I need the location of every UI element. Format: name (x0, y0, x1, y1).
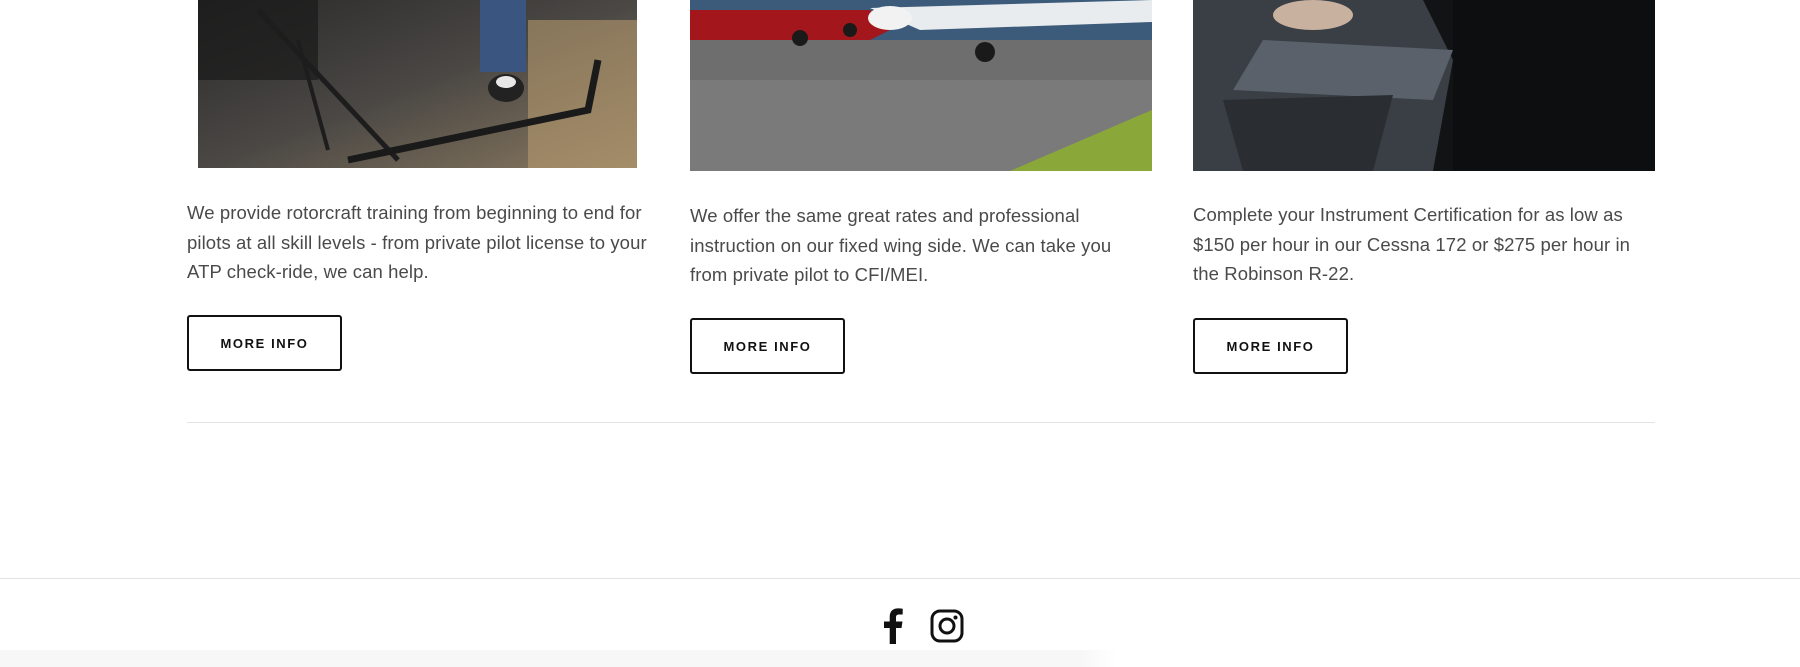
card-3-description: Complete your Instrument Certification f… (1193, 204, 1631, 284)
bottom-fade (0, 650, 1800, 667)
section-divider (187, 422, 1655, 423)
facebook-icon[interactable] (873, 606, 913, 646)
card-1-description: We provide rotorcraft training from begi… (187, 202, 647, 282)
helicopter-photo (198, 0, 637, 168)
card-3-image (1193, 0, 1655, 171)
card-1-image (198, 0, 637, 168)
card-2-image (690, 0, 1152, 171)
instagram-icon[interactable] (927, 606, 967, 646)
airplane-photo (690, 0, 1152, 171)
cockpit-photo (1193, 0, 1655, 171)
card-3-more-info-button[interactable]: MORE INFO (1193, 318, 1348, 374)
card-2-more-info-button[interactable]: MORE INFO (690, 318, 845, 374)
card-1-more-info-button[interactable]: MORE INFO (187, 315, 342, 371)
footer-divider (0, 578, 1800, 579)
card-2-description: We offer the same great rates and profes… (690, 205, 1112, 285)
